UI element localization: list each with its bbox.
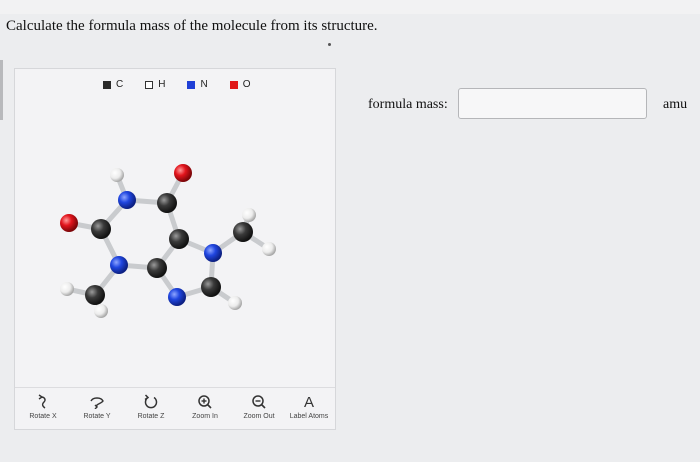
atom-nitrogen [168,288,186,306]
atom-carbon [85,285,105,305]
rotate-y-button[interactable]: Rotate Y [69,393,125,420]
zoom-in-button[interactable]: Zoom In [177,393,233,420]
molecule-3d-model[interactable] [15,69,335,387]
controls-divider [15,387,335,388]
rotate-x-icon [15,393,71,411]
atom-carbon [169,229,189,249]
atom-carbon [201,277,221,297]
atom-oxygen [174,164,192,182]
rotate-y-icon [69,393,125,411]
atom-hydrogen [94,304,108,318]
atom-carbon [157,193,177,213]
decorative-dot [328,43,331,46]
zoom-in-icon [177,393,233,411]
molecule-viewer[interactable]: C H N O Rotate X Rotate Y Rotate Z Zoom … [14,68,336,430]
viewer-controls: Rotate X Rotate Y Rotate Z Zoom In Zoom … [15,393,335,427]
label-atoms-label: Label Atoms [289,413,329,420]
atom-carbon [233,222,253,242]
top-strip [0,0,700,14]
zoom-out-icon [231,393,287,411]
formula-mass-input[interactable] [458,88,647,119]
atom-oxygen [60,214,78,232]
zoom-out-label: Zoom Out [243,413,275,420]
atom-hydrogen [242,208,256,222]
label-atoms-button[interactable]: A Label Atoms [281,393,337,421]
zoom-out-button[interactable]: Zoom Out [231,393,287,420]
atom-carbon [91,219,111,239]
left-edge-rule [0,60,3,120]
atom-hydrogen [60,282,74,296]
rotate-x-label: Rotate X [29,413,57,420]
rotate-y-label: Rotate Y [83,413,111,420]
atom-hydrogen [110,168,124,182]
label-atoms-icon: A [303,393,314,411]
rotate-x-button[interactable]: Rotate X [15,393,71,420]
rotate-z-label: Rotate Z [137,413,165,420]
atom-nitrogen [110,256,128,274]
unit-label: amu [663,97,688,112]
atoms [60,164,276,318]
rotate-z-button[interactable]: Rotate Z [123,393,179,420]
rotate-z-icon [123,393,179,411]
atom-hydrogen [262,242,276,256]
atom-nitrogen [204,244,222,262]
atom-hydrogen [228,296,242,310]
zoom-in-label: Zoom In [192,413,218,420]
formula-mass-label: formula mass: [368,97,448,112]
atom-carbon [147,258,167,278]
atom-nitrogen [118,191,136,209]
question-text: Calculate the formula mass of the molecu… [6,18,378,34]
